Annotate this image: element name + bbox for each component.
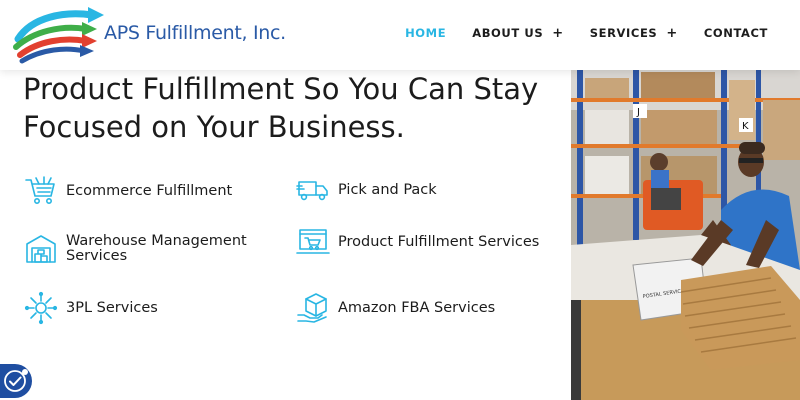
delivery-truck-icon <box>296 181 328 201</box>
shopping-cart-icon <box>25 176 55 204</box>
network-hub-icon <box>24 291 58 325</box>
service-label: Product Fulfillment Services <box>338 233 540 250</box>
accessibility-icon <box>0 364 32 398</box>
service-3pl[interactable]: 3PL Services <box>24 291 158 325</box>
laptop-cart-icon <box>296 229 330 254</box>
accessibility-button[interactable] <box>0 364 32 398</box>
nav-contact[interactable]: CONTACT <box>704 26 768 40</box>
nav-contact-label: CONTACT <box>703 26 768 40</box>
plus-icon[interactable]: + <box>666 26 678 41</box>
headline-line-1: Product Fulfillment So You Can Stay <box>23 72 539 106</box>
nav-about-us-label: ABOUT US <box>472 26 544 40</box>
warehouse-icon <box>26 235 56 263</box>
warehouse-worker-photo: J K POSTAL SERVICE <box>571 70 800 400</box>
hero-photo: J K POSTAL SERVICE <box>571 70 800 400</box>
svg-text:K: K <box>742 121 749 132</box>
logo[interactable]: APS Fulfillment, Inc. <box>12 5 286 65</box>
plus-icon[interactable]: + <box>552 26 564 41</box>
service-label: Ecommerce Fulfillment <box>66 182 233 199</box>
brand-name: APS Fulfillment, Inc. <box>104 22 286 44</box>
headline-line-2: Focused on Your Business. <box>23 110 405 144</box>
site-header: APS Fulfillment, Inc. HOME ABOUT US + SE… <box>0 0 800 70</box>
service-product-fulfillment[interactable]: Product Fulfillment Services <box>296 225 539 259</box>
service-label: Pick and Pack <box>338 181 437 198</box>
service-pick-and-pack[interactable]: Pick and Pack <box>296 173 437 207</box>
nav-home[interactable]: HOME <box>405 26 446 40</box>
logo-arrows-icon <box>13 7 104 64</box>
svg-text:J: J <box>636 107 640 118</box>
service-ecommerce-fulfillment[interactable]: Ecommerce Fulfillment <box>24 174 232 208</box>
main-nav: HOME ABOUT US + SERVICES + CONTACT <box>405 0 768 66</box>
service-label: 3PL Services <box>66 299 158 316</box>
package-hand-icon <box>297 293 327 323</box>
service-warehouse-management[interactable]: Warehouse Management Services <box>24 232 256 266</box>
nav-home-label: HOME <box>405 26 447 40</box>
service-label: Amazon FBA Services <box>338 299 496 316</box>
nav-services-label: SERVICES <box>589 26 658 40</box>
service-label: Warehouse Management Services <box>66 233 247 264</box>
nav-services[interactable]: SERVICES + <box>590 26 678 41</box>
service-amazon-fba[interactable]: Amazon FBA Services <box>296 291 495 325</box>
nav-about-us[interactable]: ABOUT US + <box>472 26 564 41</box>
